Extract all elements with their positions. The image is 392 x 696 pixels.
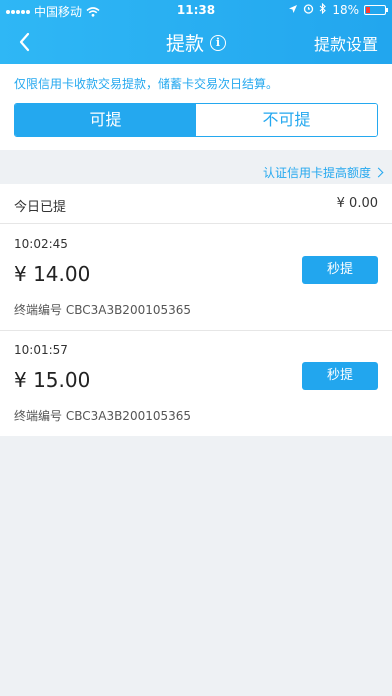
alarm-icon xyxy=(303,3,314,17)
notice-panel: 仅限信用卡收款交易提款，储蓄卡交易次日结算。 可提 不可提 xyxy=(0,64,392,150)
record-time: 10:02:45 xyxy=(14,237,68,251)
withdraw-tabs: 可提 不可提 xyxy=(14,103,378,137)
bluetooth-icon xyxy=(319,2,327,17)
withdraw-list: 今日已提 ¥ 0.00 10:02:45 ¥ 14.00 终端编号 CBC3A3… xyxy=(0,184,392,436)
instant-withdraw-button[interactable]: 秒提 xyxy=(302,256,378,284)
today-withdrawn-row: 今日已提 ¥ 0.00 xyxy=(0,184,392,224)
tab-unavailable[interactable]: 不可提 xyxy=(196,104,377,136)
list-item: 10:01:57 ¥ 15.00 终端编号 CBC3A3B200105365 秒… xyxy=(0,331,392,437)
notice-text: 仅限信用卡收款交易提款，储蓄卡交易次日结算。 xyxy=(14,77,279,91)
battery-icon xyxy=(364,5,388,15)
record-amount: ¥ 14.00 xyxy=(14,262,91,286)
chevron-right-icon xyxy=(373,167,384,178)
record-terminal: 终端编号 CBC3A3B200105365 xyxy=(14,409,192,423)
app-header: 中国移动 11:38 18% 提款 i 提款设置 xyxy=(0,0,392,64)
instant-withdraw-button[interactable]: 秒提 xyxy=(302,362,378,390)
page-title-text: 提款 xyxy=(165,33,204,55)
record-time: 10:01:57 xyxy=(14,343,68,357)
list-item: 10:02:45 ¥ 14.00 终端编号 CBC3A3B200105365 秒… xyxy=(0,225,392,331)
battery-percent: 18% xyxy=(332,3,359,17)
upgrade-limit-link[interactable]: 认证信用卡提高额度 xyxy=(262,164,384,181)
today-withdrawn-amount: ¥ 0.00 xyxy=(336,196,378,211)
tab-available[interactable]: 可提 xyxy=(15,104,196,136)
withdraw-settings-button[interactable]: 提款设置 xyxy=(314,31,378,55)
status-right: 18% xyxy=(288,2,388,17)
nav-bar: 提款 i 提款设置 xyxy=(0,20,392,64)
location-icon xyxy=(288,3,298,17)
today-withdrawn-label: 今日已提 xyxy=(14,200,67,215)
info-icon[interactable]: i xyxy=(210,34,226,51)
status-bar: 中国移动 11:38 18% xyxy=(0,0,392,20)
record-amount: ¥ 15.00 xyxy=(14,368,91,392)
upgrade-limit-label: 认证信用卡提高额度 xyxy=(262,166,371,180)
record-terminal: 终端编号 CBC3A3B200105365 xyxy=(14,303,192,317)
